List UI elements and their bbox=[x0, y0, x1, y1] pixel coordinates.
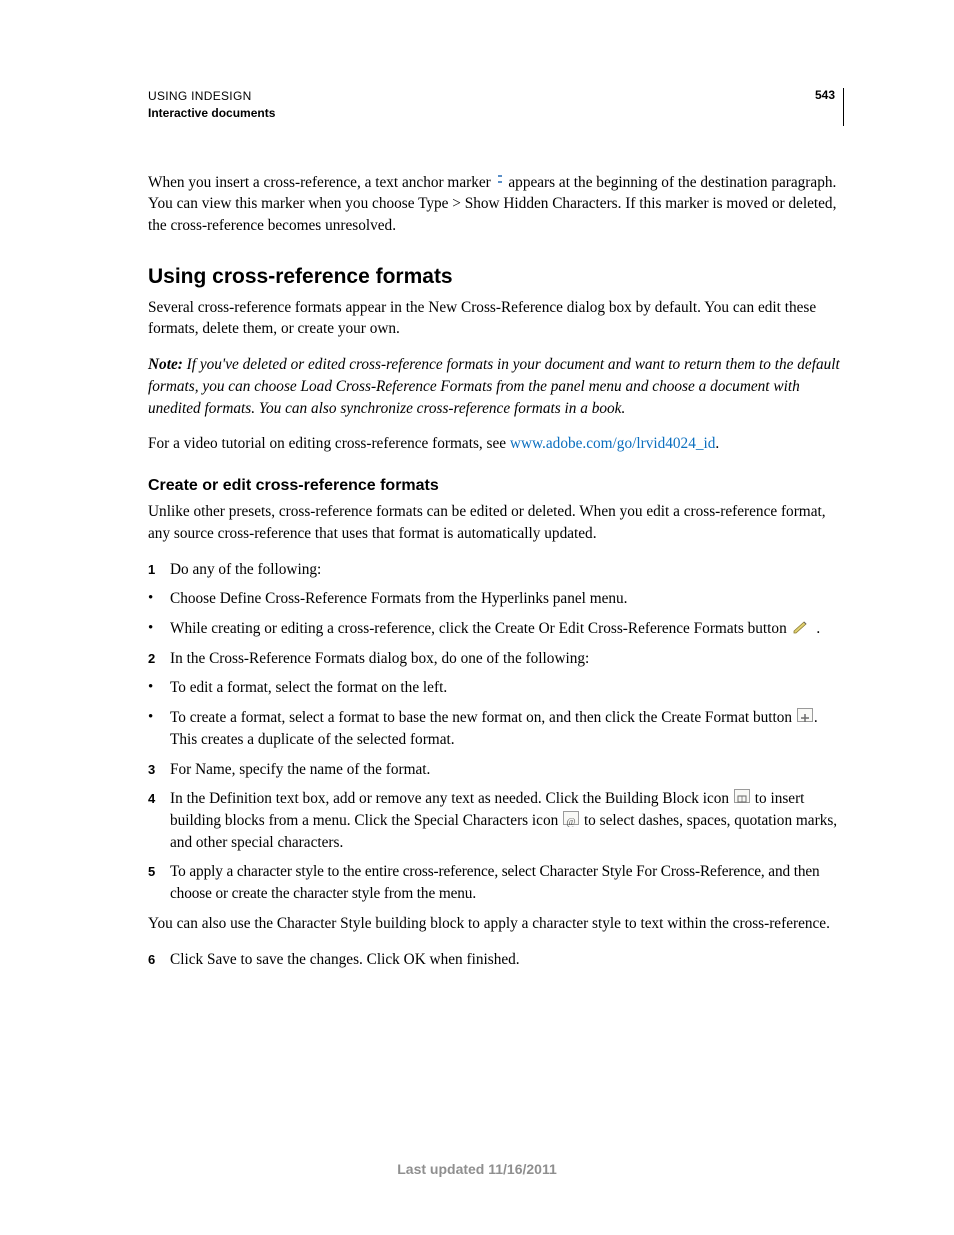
step-2: 2 In the Cross-Reference Formats dialog … bbox=[148, 648, 844, 670]
page-number: 543 bbox=[815, 88, 835, 102]
step-marker: 4 bbox=[148, 788, 170, 853]
chapter-title: Interactive documents bbox=[148, 105, 275, 122]
bullet-2-text: While creating or editing a cross-refere… bbox=[170, 618, 844, 640]
header-left: USING INDESIGN Interactive documents bbox=[148, 88, 275, 122]
pencil-icon bbox=[792, 620, 812, 634]
bullet-marker: • bbox=[148, 677, 170, 699]
video-text-b: . bbox=[715, 435, 719, 452]
step-4: 4 In the Definition text box, add or rem… bbox=[148, 788, 844, 853]
step-5: 5 To apply a character style to the enti… bbox=[148, 861, 844, 904]
step-marker: 1 bbox=[148, 559, 170, 581]
bullet-marker: • bbox=[148, 588, 170, 610]
doc-title: USING INDESIGN bbox=[148, 88, 275, 105]
video-tutorial-line: For a video tutorial on editing cross-re… bbox=[148, 433, 844, 455]
footer-last-updated: Last updated 11/16/2011 bbox=[0, 1161, 954, 1177]
create-format-icon bbox=[797, 708, 813, 722]
step-6-text: Click Save to save the changes. Click OK… bbox=[170, 949, 844, 971]
subsection-p1: Unlike other presets, cross-reference fo… bbox=[148, 501, 844, 544]
anchor-marker-icon bbox=[497, 175, 503, 185]
step-list-cont: 6 Click Save to save the changes. Click … bbox=[148, 949, 844, 971]
bullet-4a: To create a format, select a format to b… bbox=[170, 709, 796, 726]
bullet-item: • While creating or editing a cross-refe… bbox=[148, 618, 844, 640]
svg-text:@: @ bbox=[567, 817, 576, 827]
step-marker: 2 bbox=[148, 648, 170, 670]
video-text-a: For a video tutorial on editing cross-re… bbox=[148, 435, 510, 452]
step-6: 6 Click Save to save the changes. Click … bbox=[148, 949, 844, 971]
intro-text-a: When you insert a cross-reference, a tex… bbox=[148, 174, 495, 191]
step-marker: 3 bbox=[148, 759, 170, 781]
step-marker: 5 bbox=[148, 861, 170, 904]
step-2-text: In the Cross-Reference Formats dialog bo… bbox=[170, 648, 844, 670]
bullet-1-text: Choose Define Cross-Reference Formats fr… bbox=[170, 588, 844, 610]
bullet-3-text: To edit a format, select the format on t… bbox=[170, 677, 844, 699]
intro-paragraph: When you insert a cross-reference, a tex… bbox=[148, 172, 844, 237]
step-5-text: To apply a character style to the entire… bbox=[170, 861, 844, 904]
section-heading: Using cross-reference formats bbox=[148, 265, 844, 289]
step-3-text: For Name, specify the name of the format… bbox=[170, 759, 844, 781]
bullet-item: • Choose Define Cross-Reference Formats … bbox=[148, 588, 844, 610]
subsection-heading: Create or edit cross-reference formats bbox=[148, 477, 844, 495]
step-1: 1 Do any of the following: bbox=[148, 559, 844, 581]
step-4-text: In the Definition text box, add or remov… bbox=[170, 788, 844, 853]
step-1-text: Do any of the following: bbox=[170, 559, 844, 581]
step-4a: In the Definition text box, add or remov… bbox=[170, 790, 733, 807]
section-p1: Several cross-reference formats appear i… bbox=[148, 297, 844, 340]
bullet-2a: While creating or editing a cross-refere… bbox=[170, 620, 791, 637]
bullet-2b: . bbox=[816, 620, 820, 637]
note-label: Note: bbox=[148, 356, 183, 373]
bullet-item: • To edit a format, select the format on… bbox=[148, 677, 844, 699]
bullet-marker: • bbox=[148, 618, 170, 640]
bullet-item: • To create a format, select a format to… bbox=[148, 707, 844, 750]
step-list: 1 Do any of the following: • Choose Defi… bbox=[148, 559, 844, 905]
tutorial-link[interactable]: www.adobe.com/go/lrvid4024_id bbox=[510, 435, 716, 452]
building-block-icon bbox=[734, 789, 750, 803]
bullet-4-text: To create a format, select a format to b… bbox=[170, 707, 844, 750]
after-step5-paragraph: You can also use the Character Style bui… bbox=[148, 913, 844, 935]
special-characters-icon: @ bbox=[563, 811, 579, 825]
step-marker: 6 bbox=[148, 949, 170, 971]
step-3: 3 For Name, specify the name of the form… bbox=[148, 759, 844, 781]
bullet-marker: • bbox=[148, 707, 170, 750]
note-paragraph: Note: If you've deleted or edited cross-… bbox=[148, 354, 844, 419]
page-header: USING INDESIGN Interactive documents 543 bbox=[148, 88, 844, 126]
note-body: If you've deleted or edited cross-refere… bbox=[148, 356, 840, 416]
